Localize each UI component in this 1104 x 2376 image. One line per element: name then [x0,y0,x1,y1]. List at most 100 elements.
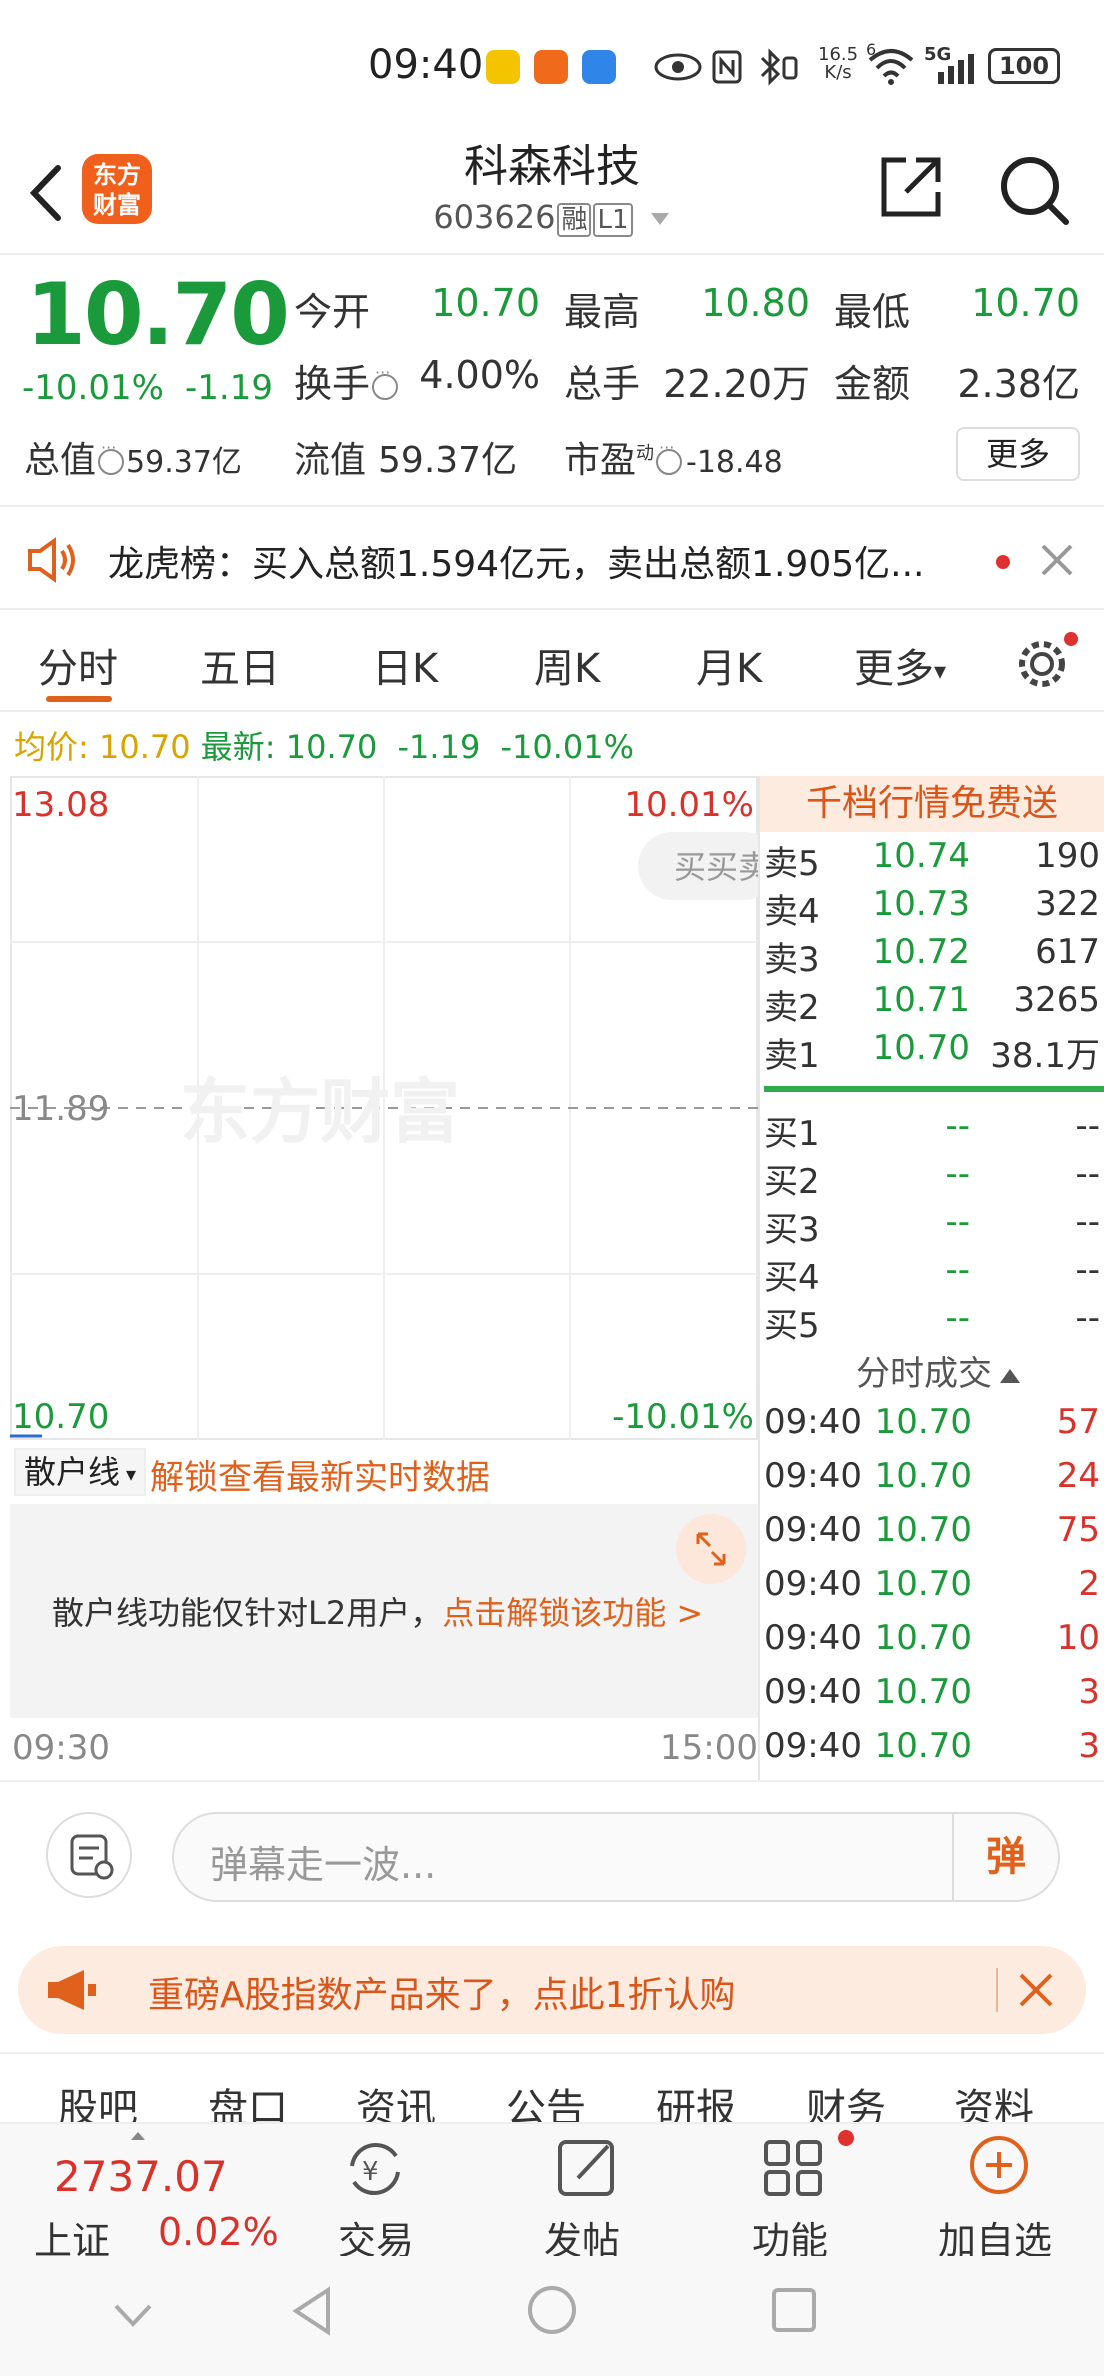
bids-row[interactable]: 买1 -- -- [760,1106,1104,1154]
turnover-label[interactable]: 换手 [294,353,399,408]
buy-sell-hint: 买买卖 [674,848,758,886]
time-start: 09:30 [12,1728,110,1768]
asks-price: 10.74 [872,836,970,876]
retail-line-selector[interactable]: 散户线 ▾ [14,1448,147,1496]
dragon-tiger-bar[interactable]: 龙虎榜：买入总额1.594亿元，卖出总额1.905亿... [0,505,1104,610]
ticker-volume: 3 [1078,1672,1100,1712]
close-icon[interactable] [1018,1972,1054,2008]
post-icon[interactable] [556,2136,620,2200]
info-icon [372,363,399,400]
danmu-input[interactable]: 弹幕走一波... 弹 [172,1812,1060,1902]
index-change: 0.02% [158,2210,279,2254]
bids-row[interactable]: 买3 -- -- [760,1202,1104,1250]
bids-row[interactable]: 买5 -- -- [760,1298,1104,1346]
bids-row[interactable]: 买2 -- -- [760,1154,1104,1202]
tab-daily-k[interactable]: 日K [372,636,438,694]
danmu-placeholder: 弹幕走一波... [210,1843,437,1887]
ticker-volume: 2 [1078,1564,1100,1604]
asks-row[interactable]: 卖4 10.73 322 [760,884,1104,932]
danmu-settings-icon[interactable] [46,1812,132,1898]
speaker-icon [28,537,75,583]
section-tabs: 股吧 盘口 资讯 公告 研报 财务 资料 [0,2052,1104,2122]
ticker-price: 10.70 [874,1672,972,1712]
asks-row[interactable]: 卖1 10.70 38.1万 [760,1028,1104,1076]
ticker-row: 09:40 10.70 3 [760,1672,1104,1726]
share-icon[interactable] [876,152,946,222]
promo-banner[interactable]: 重磅A股指数产品来了，点此1折认购 [18,1946,1086,2034]
back-icon[interactable] [22,158,72,228]
more-button[interactable]: 更多 [956,427,1080,481]
nav-back-icon[interactable] [290,2284,334,2338]
tab-intraday[interactable]: 分时 [38,636,118,694]
asks-row[interactable]: 卖2 10.71 3265 [760,980,1104,1028]
ticker-time: 09:40 [764,1510,862,1550]
functions-badge [838,2130,854,2146]
eye-icon [654,53,702,81]
asks-level: 卖4 [764,892,820,932]
bids-price: -- [945,1298,970,1338]
index-value[interactable]: 2737.07 [54,2152,228,2201]
asks-price: 10.71 [872,980,970,1020]
bids-level: 买2 [764,1162,820,1202]
ticker-title[interactable]: 分时成交 [856,1346,1022,1395]
asks-price: 10.70 [872,1028,970,1068]
status-bar: 09:40 16.5 K/s 6 5G 100 [0,0,1104,130]
tab-news[interactable]: 资讯 [356,2076,436,2122]
unlock-link[interactable]: 解锁查看最新实时数据 [150,1450,490,1499]
tab-monthly-k[interactable]: 月K [696,636,762,694]
level-tag: L1 [593,203,633,237]
signal-sup: 6 [866,40,877,59]
asks-volume: 38.1万 [990,1036,1100,1076]
unlock-feature-link[interactable]: 点击解锁该功能 > [442,1594,703,1632]
nav-recents-icon[interactable] [770,2286,818,2334]
status-time: 09:40 [368,42,484,88]
ticker-volume: 24 [1056,1456,1100,1496]
add-icon[interactable] [968,2134,1030,2196]
ticker-time: 09:40 [764,1402,862,1442]
ticker-volume: 10 [1056,1618,1100,1658]
system-nav-bar [0,2256,1104,2376]
tab-forum[interactable]: 股吧 [58,2076,138,2122]
chart-watermark: 东方财富 [180,1071,460,1153]
tab-five-day[interactable]: 五日 [200,636,280,694]
tab-profile[interactable]: 资料 [954,2076,1034,2122]
asks-level: 卖5 [764,844,820,884]
pe-ratio[interactable]: 市盈动-18.48 [564,431,783,483]
expand-caret-icon[interactable] [130,2126,146,2140]
tab-weekly-k[interactable]: 周K [534,636,600,694]
tab-more[interactable]: 更多▾ [854,636,946,694]
asks-row[interactable]: 卖5 10.74 190 [760,836,1104,884]
tab-research[interactable]: 研报 [656,2076,736,2122]
net-speed: 16.5 K/s [818,44,859,83]
tab-order-book[interactable]: 盘口 [208,2076,288,2122]
battery-icon: 100 [988,48,1060,84]
tab-finance[interactable]: 财务 [806,2076,886,2122]
ticker-price: 10.70 [874,1456,972,1496]
asks-row[interactable]: 卖3 10.72 617 [760,932,1104,980]
bids-price: -- [945,1154,970,1194]
nav-home-icon[interactable] [526,2284,578,2336]
ticker-row: 09:40 10.70 57 [760,1402,1104,1456]
y-label-mid: 11.89 [12,1089,109,1129]
settings-icon[interactable] [1014,634,1070,690]
stock-code-row[interactable]: 603626 融 L1 [352,198,752,237]
functions-icon[interactable] [762,2136,828,2200]
intraday-chart[interactable]: 东方财富 13.08 11.89 10.70 10.01% -10.01% 买买… [10,776,758,1440]
pct-label-bottom: -10.01% [612,1397,754,1437]
expand-icon[interactable] [676,1514,746,1584]
ticker-price: 10.70 [874,1726,972,1766]
asks-level: 卖2 [764,988,820,1028]
search-icon[interactable] [996,152,1072,228]
change-pct: -10.01% [22,368,164,408]
market-cap[interactable]: 总值59.37亿 [24,431,242,483]
chevron-down-icon[interactable] [112,2300,154,2330]
ticker-row: 09:40 10.70 24 [760,1456,1104,1510]
signal-icon [938,54,974,84]
close-icon[interactable] [1040,543,1074,577]
tab-announcements[interactable]: 公告 [506,2076,586,2122]
depth-promo[interactable]: 千档行情免费送 [760,776,1104,832]
megaphone-icon [48,1970,96,2010]
bids-row[interactable]: 买4 -- -- [760,1250,1104,1298]
trade-icon[interactable]: ¥ [340,2136,410,2202]
danmu-send-button[interactable]: 弹 [952,1814,1058,1900]
